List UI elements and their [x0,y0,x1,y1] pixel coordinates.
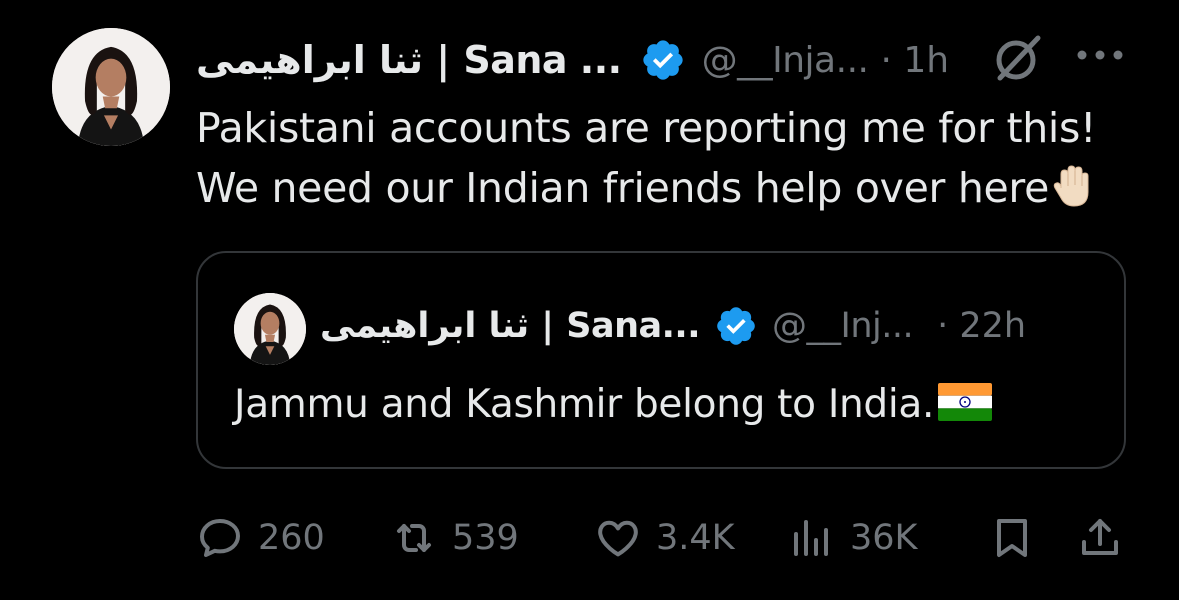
reply-count: 260 [258,518,325,558]
reply-button[interactable]: 260 [196,508,325,568]
quoted-author-handle: @__Inj... [772,306,914,346]
reply-icon [196,514,244,562]
bookmark-button[interactable] [988,508,1036,568]
views-chart-icon [788,514,836,562]
post-action-bar: 260 539 3.4K 36K [196,508,1136,568]
repost-button[interactable]: 539 [390,508,519,568]
post-text: Pakistani accounts are reporting me for … [196,98,1156,226]
quoted-author-name: ثنا ابراهیمی | Sana... [320,306,701,346]
like-count: 3.4K [656,518,735,558]
post-header: ثنا ابراهیمی | Sana ... @__Inja... · 1h [196,30,949,90]
quoted-post-text: Jammu and Kashmir belong to India. [234,377,993,437]
verified-badge-icon [640,37,686,83]
views-count: 36K [850,518,918,558]
author-handle[interactable]: @__Inja... [702,40,869,81]
like-button[interactable]: 3.4K [594,508,735,568]
heart-icon [594,514,642,562]
share-button[interactable] [1076,508,1124,568]
repost-icon [390,514,438,562]
quoted-verified-badge-icon [714,304,758,348]
bookmark-icon [988,514,1036,562]
post-text-line-1: Pakistani accounts are reporting me for … [196,104,1097,152]
quoted-post-card[interactable]: ثنا ابراهیمی | Sana... @__Inj... · 22h J… [196,251,1126,469]
post-text-line-2: We need our Indian friends help over her… [196,158,1156,226]
author-name[interactable]: ثنا ابراهیمی | Sana ... [196,38,622,82]
views-button[interactable]: 36K [788,508,918,568]
repost-count: 539 [452,518,519,558]
raised-hand-emoji-icon [1049,162,1097,226]
quoted-post-time: · 22h [937,306,1027,346]
grok-icon[interactable] [990,30,1046,86]
post-text-line-2-text: We need our Indian friends help over her… [196,164,1050,212]
quoted-author-avatar [234,293,306,365]
post-time[interactable]: · 1h [880,40,949,81]
india-flag-icon [938,381,993,437]
quoted-post-text-content: Jammu and Kashmir belong to India. [234,382,935,427]
author-avatar[interactable] [52,28,170,146]
more-options-icon[interactable] [1072,40,1128,70]
share-icon [1076,514,1124,562]
quoted-post-header: ثنا ابراهیمی | Sana... @__Inj... · 22h [320,298,1026,354]
